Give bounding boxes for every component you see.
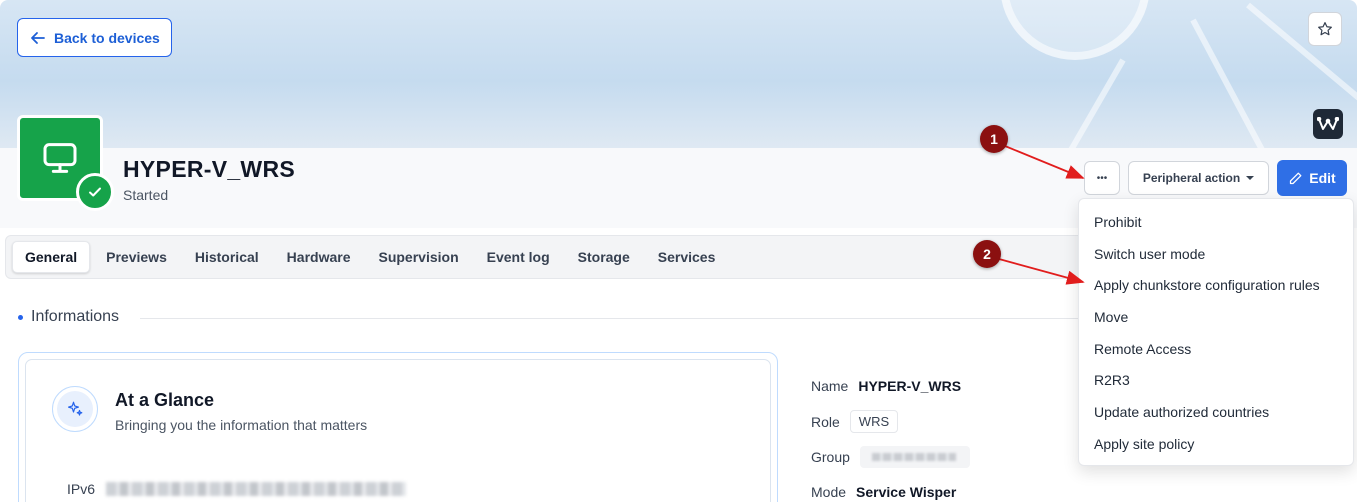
group-value-redacted (859, 446, 970, 468)
caret-down-icon (1246, 176, 1255, 180)
back-to-devices-button[interactable]: Back to devices (17, 18, 172, 57)
monitor-icon (43, 143, 77, 173)
check-icon (89, 187, 101, 197)
more-dots-icon: ••• (1096, 172, 1108, 184)
logo-mark-icon (1317, 117, 1339, 130)
glance-title: At a Glance (115, 390, 215, 410)
status-ok-badge (76, 173, 114, 211)
menu-item-prohibit[interactable]: Prohibit (1079, 206, 1353, 238)
banner-ray (1040, 58, 1126, 148)
property-group: Group (811, 446, 970, 468)
sparkle-icon (68, 401, 83, 416)
tab-storage[interactable]: Storage (566, 241, 642, 273)
name-value: HYPER-V_WRS (858, 378, 962, 394)
mode-label: Mode (811, 484, 847, 500)
back-button-label: Back to devices (54, 29, 160, 46)
tab-previews[interactable]: Previews (94, 241, 179, 273)
property-role: Role WRS (811, 410, 899, 433)
at-a-glance-inner: At a Glance Bringing you the information… (25, 359, 771, 502)
bullet-icon (18, 314, 23, 320)
name-label: Name (811, 378, 849, 394)
banner-ray (1190, 18, 1271, 148)
callout-marker-1: 1 (980, 125, 1008, 153)
peripheral-action-dropdown[interactable]: Peripheral action (1128, 161, 1269, 195)
tab-general[interactable]: General (12, 241, 91, 273)
menu-item-update-authorized-countries[interactable]: Update authorized countries (1079, 396, 1353, 428)
property-mode: Mode Service Wisper (811, 484, 956, 500)
tab-historical[interactable]: Historical (183, 241, 271, 273)
brand-logo (1313, 109, 1343, 139)
favorite-button[interactable] (1308, 12, 1342, 46)
ipv6-value-redacted (106, 482, 406, 496)
role-tag: WRS (849, 410, 899, 433)
sparkle-icon-badge (52, 386, 98, 432)
header-banner (0, 0, 1357, 148)
edit-button[interactable]: Edit (1277, 160, 1347, 196)
menu-item-remote-access[interactable]: Remote Access (1079, 333, 1353, 365)
group-label: Group (811, 449, 850, 465)
property-name: Name HYPER-V_WRS (811, 378, 961, 394)
peripheral-action-label: Peripheral action (1142, 171, 1241, 185)
tab-hardware[interactable]: Hardware (275, 241, 363, 273)
menu-item-switch-user-mode[interactable]: Switch user mode (1079, 238, 1353, 270)
menu-item-apply-chunkstore-rules[interactable]: Apply chunkstore configuration rules (1079, 269, 1353, 301)
edit-button-label: Edit (1309, 170, 1336, 186)
device-title: HYPER-V_WRS (123, 156, 295, 182)
tab-bar: General Previews Historical Hardware Sup… (5, 235, 1090, 279)
mode-value: Service Wisper (856, 484, 957, 500)
arrow-left-icon (31, 31, 45, 44)
at-a-glance-card: At a Glance Bringing you the information… (18, 352, 778, 502)
tab-supervision[interactable]: Supervision (366, 241, 470, 273)
menu-item-r2r3[interactable]: R2R3 (1079, 364, 1353, 396)
star-icon (1318, 22, 1332, 36)
callout-marker-2: 2 (973, 240, 1001, 268)
section-divider (140, 318, 1080, 319)
glance-subtitle: Bringing you the information that matter… (115, 417, 368, 433)
more-actions-button[interactable]: ••• (1084, 161, 1120, 195)
device-status-text: Started (123, 187, 169, 203)
banner-sun-decoration (1000, 0, 1150, 60)
section-title-text: Informations (31, 308, 120, 325)
more-actions-menu: Prohibit Switch user mode Apply chunksto… (1078, 198, 1354, 466)
tab-services[interactable]: Services (646, 241, 728, 273)
menu-item-move[interactable]: Move (1079, 301, 1353, 333)
ipv6-label: IPv6 (67, 481, 96, 497)
tab-event-log[interactable]: Event log (475, 241, 562, 273)
section-heading: Informations (18, 308, 119, 326)
role-label: Role (811, 413, 840, 430)
menu-item-apply-site-policy[interactable]: Apply site policy (1079, 428, 1353, 460)
pencil-icon (1290, 172, 1302, 184)
